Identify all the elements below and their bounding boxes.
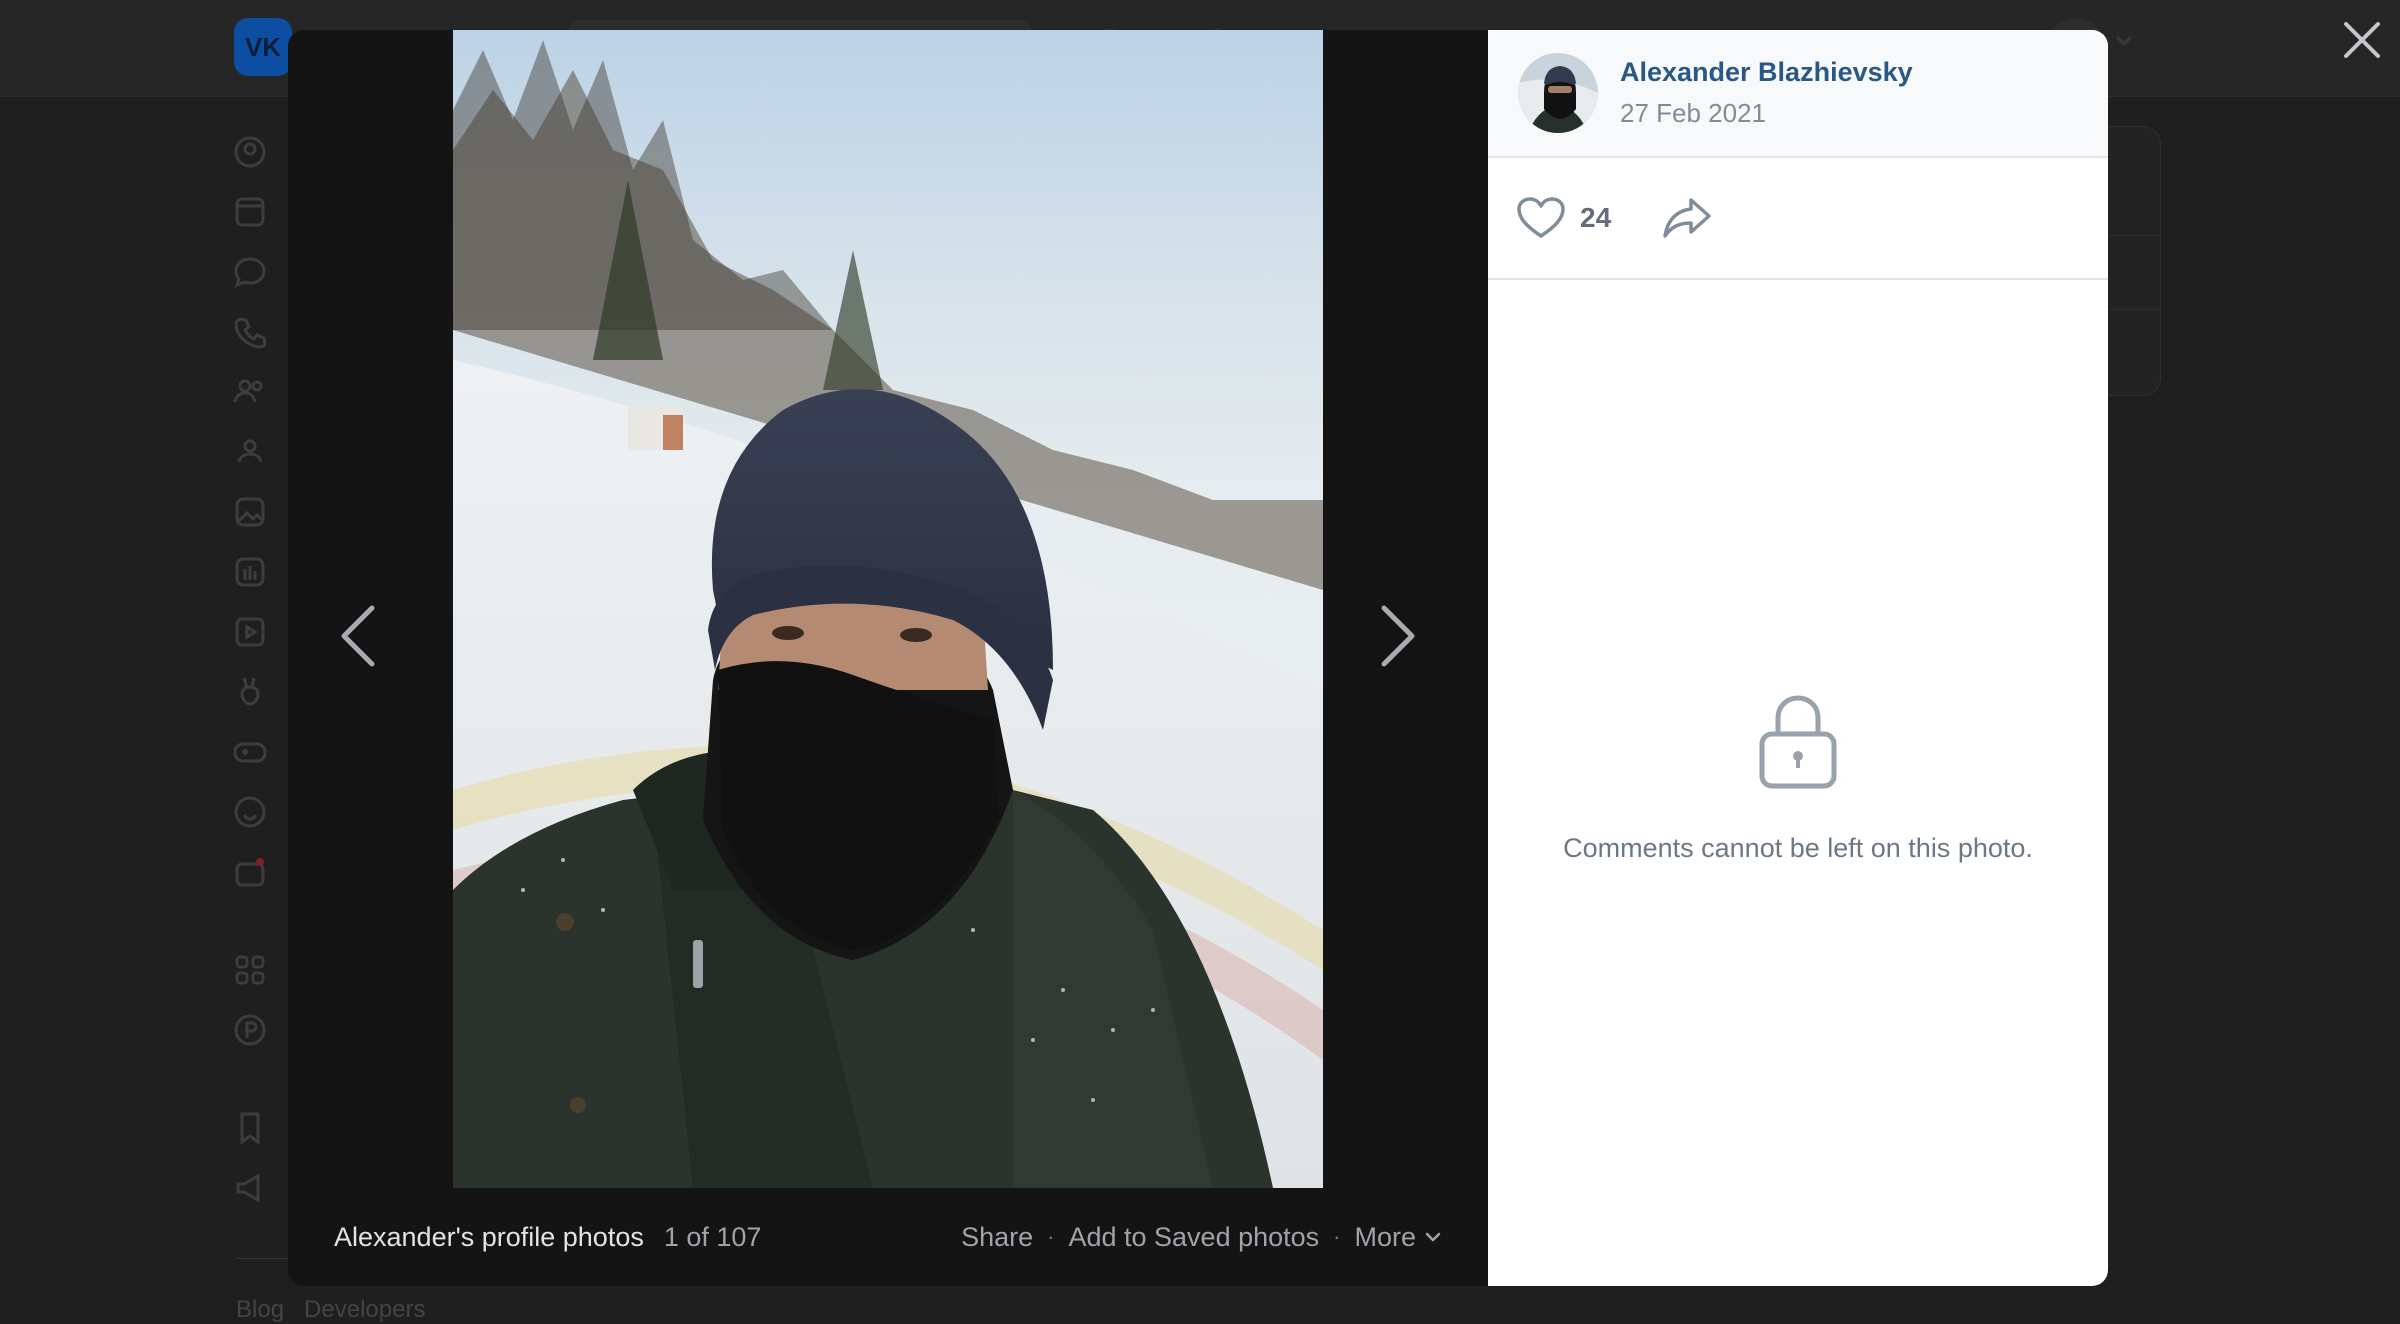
author-header: Alexander Blazhievsky 27 Feb 2021 <box>1488 30 2108 158</box>
stickers-icon <box>230 792 270 832</box>
news-icon <box>230 192 270 232</box>
footer-link-developers: Developers <box>304 1296 426 1323</box>
viewer-footer: Alexander's profile photos 1 of 107 Shar… <box>288 1188 1488 1286</box>
album-title-link[interactable]: Alexander's profile photos <box>334 1222 644 1253</box>
close-button[interactable] <box>2336 14 2388 66</box>
author-meta: Alexander Blazhievsky 27 Feb 2021 <box>1620 57 1913 129</box>
photo-viewer: Alexander's profile photos 1 of 107 Shar… <box>288 30 1488 1286</box>
more-dropdown[interactable]: More <box>1354 1222 1442 1253</box>
ads-icon <box>230 1168 270 1208</box>
gifts-icon <box>230 852 270 892</box>
author-avatar[interactable] <box>1518 53 1598 133</box>
next-photo-button[interactable] <box>1368 570 1428 702</box>
reactions-row: 24 <box>1488 158 2108 280</box>
separator-dot: · <box>1333 1224 1341 1249</box>
comments-locked-text: Comments cannot be left on this photo. <box>1563 833 2033 863</box>
communities-icon <box>230 432 270 472</box>
like-button[interactable]: 24 <box>1516 196 1611 240</box>
vk-logo: VK <box>234 18 292 76</box>
payments-icon <box>230 1010 270 1050</box>
share-arrow-icon <box>1663 198 1711 238</box>
like-count: 24 <box>1580 202 1612 233</box>
services-icon <box>230 950 270 990</box>
phone-icon <box>230 312 270 352</box>
comments-locked-notice: Comments cannot be left on this photo. <box>1488 690 2108 864</box>
bookmarks-icon <box>230 1108 270 1148</box>
chevron-down-icon <box>2112 28 2152 68</box>
photo[interactable] <box>453 30 1323 1188</box>
add-to-saved-link[interactable]: Add to Saved photos <box>1068 1222 1319 1253</box>
share-link[interactable]: Share <box>961 1222 1033 1253</box>
previous-photo-button[interactable] <box>328 570 388 702</box>
background-divider <box>236 1258 296 1259</box>
messages-icon <box>230 252 270 292</box>
music-icon <box>230 552 270 592</box>
photo-info-panel: Alexander Blazhievsky 27 Feb 2021 24 Com… <box>1488 30 2108 1286</box>
background-footer: Blog Developers <box>236 1296 425 1324</box>
footer-link-blog: Blog <box>236 1296 285 1323</box>
lock-icon <box>1759 695 1837 789</box>
games-icon <box>230 732 270 772</box>
photos-icon <box>230 492 270 532</box>
photo-counter: 1 of 107 <box>663 1221 762 1252</box>
author-name-link[interactable]: Alexander Blazhievsky <box>1620 57 1913 88</box>
share-button[interactable] <box>1661 196 1713 240</box>
chevron-right-icon <box>1381 605 1415 667</box>
clips-icon <box>230 672 270 712</box>
more-label: More <box>1354 1221 1416 1252</box>
photo-date: 27 Feb 2021 <box>1620 98 1767 128</box>
photo-viewer-modal: Alexander's profile photos 1 of 107 Shar… <box>288 30 2108 1286</box>
friends-icon <box>230 372 270 412</box>
chevron-down-icon <box>1425 1232 1441 1242</box>
profile-icon <box>230 132 270 172</box>
chevron-left-icon <box>341 605 375 667</box>
footer-actions: Share · Add to Saved photos · More <box>961 1222 1442 1253</box>
close-icon <box>2344 22 2380 58</box>
video-icon <box>230 612 270 652</box>
separator-dot: · <box>1047 1224 1055 1249</box>
heart-icon <box>1517 197 1565 238</box>
